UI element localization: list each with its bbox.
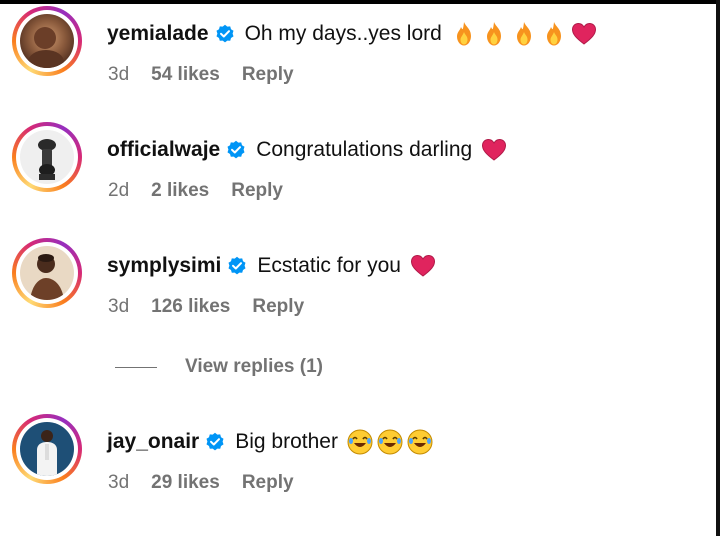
avatar-ring[interactable]: [12, 6, 82, 76]
emoji-group: [346, 428, 434, 456]
avatar-image-icon: [20, 130, 74, 184]
emoji-group: [480, 136, 508, 164]
comment-text: Oh my days..yes lord: [244, 22, 442, 45]
comment-item: symplysimi Ecstatic for you 3d 126 likes…: [12, 238, 702, 338]
comment-text: Ecstatic for you: [257, 254, 401, 277]
avatar-ring[interactable]: [12, 414, 82, 484]
avatar[interactable]: [20, 246, 74, 300]
verified-badge-icon: [227, 256, 247, 276]
tears-of-joy-emoji-icon: [376, 428, 404, 456]
reply-button[interactable]: Reply: [242, 472, 294, 494]
comment-meta: 3d 126 likes Reply: [108, 296, 304, 318]
fire-emoji-icon: [510, 20, 538, 48]
verified-badge-icon: [215, 24, 235, 44]
username[interactable]: symplysimi: [107, 252, 221, 280]
reply-button[interactable]: Reply: [252, 296, 304, 318]
likes-count[interactable]: 54 likes: [151, 64, 220, 86]
fire-emoji-icon: [540, 20, 568, 48]
comment-meta: 2d 2 likes Reply: [108, 180, 283, 202]
verified-badge-icon: [226, 140, 246, 160]
avatar-image-icon: [20, 246, 74, 300]
comment-time: 3d: [108, 472, 130, 493]
red-heart-emoji-icon: [480, 136, 508, 164]
emoji-group: [450, 20, 598, 48]
comment-text: Big brother: [235, 430, 338, 453]
view-replies-label[interactable]: View replies (1): [185, 356, 323, 378]
fire-emoji-icon: [480, 20, 508, 48]
likes-count[interactable]: 29 likes: [151, 472, 220, 494]
username[interactable]: jay_onair: [107, 428, 199, 456]
comment-item: officialwaje Congratulations darling 2d …: [12, 122, 702, 222]
emoji-group: [409, 252, 437, 280]
avatar-image-icon: [20, 14, 74, 68]
window-top-edge: [0, 0, 716, 4]
tears-of-joy-emoji-icon: [346, 428, 374, 456]
verified-badge-icon: [205, 432, 225, 452]
red-heart-emoji-icon: [570, 20, 598, 48]
comment-meta: 3d 29 likes Reply: [108, 472, 294, 494]
avatar[interactable]: [20, 14, 74, 68]
red-heart-emoji-icon: [409, 252, 437, 280]
fire-emoji-icon: [450, 20, 478, 48]
tears-of-joy-emoji-icon: [406, 428, 434, 456]
avatar[interactable]: [20, 130, 74, 184]
likes-count[interactable]: 2 likes: [151, 180, 209, 202]
avatar-ring[interactable]: [12, 122, 82, 192]
reply-button[interactable]: Reply: [231, 180, 283, 202]
avatar-image-icon: [20, 422, 74, 476]
comment-text: Congratulations darling: [256, 138, 473, 161]
replies-divider: [115, 366, 157, 368]
comment-time: 3d: [108, 296, 130, 317]
avatar-ring[interactable]: [12, 238, 82, 308]
comment-time: 2d: [108, 180, 130, 201]
comment-item: jay_onair Big brother 3d 29 likes Reply: [12, 414, 702, 514]
username[interactable]: yemialade: [107, 20, 209, 48]
reply-button[interactable]: Reply: [242, 64, 294, 86]
username[interactable]: officialwaje: [107, 136, 220, 164]
scrollbar[interactable]: [716, 0, 720, 536]
view-replies-button[interactable]: View replies (1): [115, 356, 323, 378]
likes-count[interactable]: 126 likes: [151, 296, 230, 318]
comment-item: yemialade Oh my days..yes lord 3d 54 lik: [12, 6, 702, 106]
comment-meta: 3d 54 likes Reply: [108, 64, 294, 86]
comment-time: 3d: [108, 64, 130, 85]
avatar[interactable]: [20, 422, 74, 476]
